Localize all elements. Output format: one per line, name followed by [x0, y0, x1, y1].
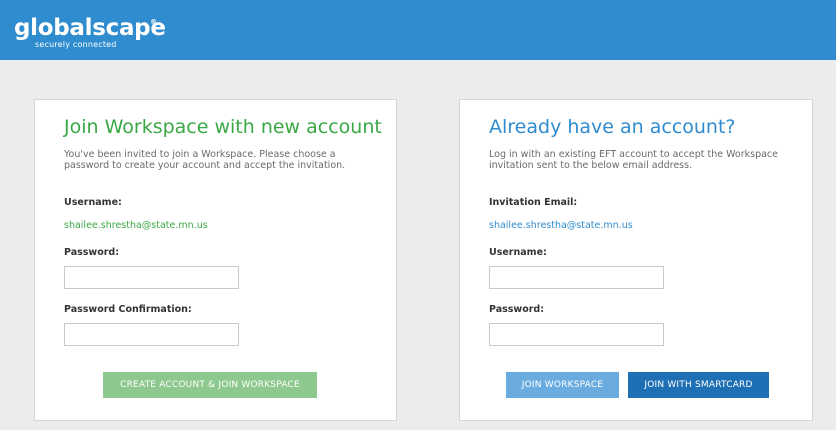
join-with-smartcard-button[interactable]: JOIN WITH SMARTCARD: [628, 372, 769, 398]
existing-username-input[interactable]: [489, 266, 664, 289]
new-account-title: Join Workspace with new account: [64, 116, 382, 138]
username-label: Username:: [64, 197, 122, 208]
password-confirmation-label: Password Confirmation:: [64, 304, 192, 315]
password-confirmation-input[interactable]: [64, 323, 239, 346]
create-account-join-workspace-button[interactable]: CREATE ACCOUNT & JOIN WORKSPACE: [103, 372, 317, 398]
invitation-email-label: Invitation Email:: [489, 197, 578, 208]
existing-password-label: Password:: [489, 304, 545, 315]
logo-wordmark: globalscape: [14, 15, 166, 41]
globalscape-logo[interactable]: globalscape ® securely connected: [14, 15, 166, 49]
existing-account-panel: Already have an account? Log in with an …: [459, 99, 813, 421]
existing-password-input[interactable]: [489, 323, 664, 346]
username-value: shailee.shrestha@state.mn.us: [64, 220, 208, 231]
existing-username-label: Username:: [489, 247, 547, 258]
invitation-email-value: shailee.shrestha@state.mn.us: [489, 220, 633, 231]
logo-tagline: securely connected: [35, 40, 117, 49]
logo-trademark: ®: [150, 18, 157, 26]
existing-account-title: Already have an account?: [489, 116, 736, 138]
new-account-panel: Join Workspace with new account You've b…: [34, 99, 397, 421]
top-header-bar: globalscape ® securely connected: [0, 0, 836, 60]
existing-account-description: Log in with an existing EFT account to a…: [489, 149, 778, 171]
new-password-input[interactable]: [64, 266, 239, 289]
password-label: Password:: [64, 247, 120, 258]
join-workspace-button[interactable]: JOIN WORKSPACE: [506, 372, 619, 398]
new-account-description: You've been invited to join a Workspace.…: [64, 149, 346, 171]
